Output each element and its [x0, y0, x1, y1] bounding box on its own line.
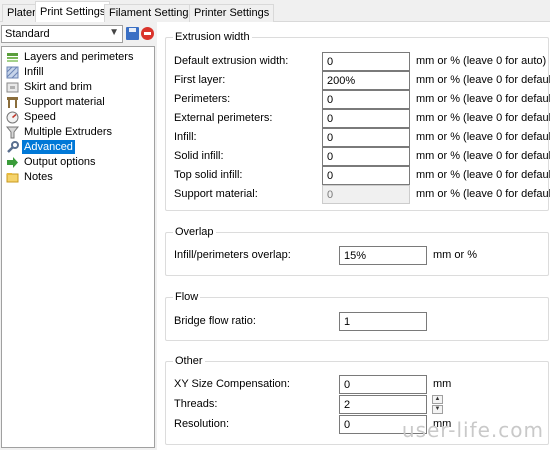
group-title: Flow — [173, 291, 201, 303]
field-label: External perimeters: — [174, 112, 273, 124]
unit-label: mm or % (leave 0 for default) — [416, 93, 550, 105]
default-extrusion-width-input[interactable] — [322, 52, 410, 71]
field-label: Default extrusion width: — [174, 55, 289, 67]
tree-item-label: Notes — [24, 171, 53, 183]
group-flow: Flow Bridge flow ratio: — [165, 291, 550, 341]
notes-icon — [6, 171, 19, 184]
preset-select-value: Standard — [5, 28, 50, 40]
field-label: Top solid infill: — [174, 169, 243, 181]
field-label: Resolution: — [174, 418, 230, 430]
unit-label: mm or % (leave 0 for default) — [416, 169, 550, 181]
tree-item-label: Skirt and brim — [24, 81, 92, 93]
tree-item-label: Multiple Extruders — [24, 126, 113, 138]
field-label: Infill: — [174, 131, 197, 143]
row-external-perimeters: External perimeters: mm or % (leave 0 fo… — [166, 109, 550, 128]
unit-label: mm or % (leave 0 for default) — [416, 112, 550, 124]
preset-select[interactable]: Standard ▼ — [1, 25, 123, 43]
speed-icon — [6, 111, 19, 124]
group-title: Extrusion width — [173, 31, 252, 43]
tree-item-output-options[interactable]: Output options — [6, 155, 98, 169]
threads-spinner[interactable]: ▲ ▼ — [432, 395, 443, 414]
external-perimeters-input[interactable] — [322, 109, 410, 128]
field-label: First layer: — [174, 74, 226, 86]
row-default-extrusion-width: Default extrusion width: mm or % (leave … — [166, 52, 550, 71]
funnel-icon — [5, 126, 20, 139]
xy-size-compensation-input[interactable] — [339, 375, 427, 394]
tree-item-label: Layers and perimeters — [24, 51, 134, 63]
infill-icon — [6, 66, 19, 79]
field-label: Solid infill: — [174, 150, 224, 162]
tree-item-layers-and-perimeters[interactable]: Layers and perimeters — [6, 50, 135, 64]
field-label: Support material: — [174, 188, 258, 200]
row-first-layer: First layer: mm or % (leave 0 for defaul… — [166, 71, 550, 90]
row-solid-infill: Solid infill: mm or % (leave 0 for defau… — [166, 147, 550, 166]
tree-item-label: Output options — [24, 156, 96, 168]
tree-item-support-material[interactable]: Support material — [6, 95, 107, 109]
threads-spinner-input[interactable] — [339, 395, 427, 414]
bridge-flow-ratio-input[interactable] — [339, 312, 427, 331]
left-panel: Standard ▼ Layers and perimeters Infill … — [0, 22, 156, 450]
settings-tree: Layers and perimeters Infill Skirt and b… — [1, 46, 155, 448]
tree-item-advanced[interactable]: Advanced — [6, 140, 75, 154]
tree-item-infill[interactable]: Infill — [6, 65, 46, 79]
field-label: Infill/perimeters overlap: — [174, 249, 291, 261]
group-title: Other — [173, 355, 205, 367]
perimeters-input[interactable] — [322, 90, 410, 109]
wrench-icon — [6, 140, 19, 154]
unit-label: mm or % (leave 0 for default) — [416, 150, 550, 162]
row-xy-size-compensation: XY Size Compensation: mm — [166, 375, 550, 394]
spin-down-icon[interactable]: ▼ — [432, 405, 443, 414]
save-icon[interactable] — [126, 27, 139, 40]
row-bridge-flow-ratio: Bridge flow ratio: — [166, 312, 550, 331]
row-top-solid-infill: Top solid infill: mm or % (leave 0 for d… — [166, 166, 550, 185]
row-threads: Threads: ▲ ▼ — [166, 395, 550, 414]
tab-printer-settings[interactable]: Printer Settings — [189, 4, 275, 22]
tab-filament-settings[interactable]: Filament Settings — [104, 4, 199, 22]
row-infill: Infill: mm or % (leave 0 for default) — [166, 128, 550, 147]
delete-icon[interactable] — [141, 27, 154, 40]
output-icon — [6, 156, 19, 169]
tree-item-speed[interactable]: Speed — [6, 110, 58, 124]
tree-item-label: Advanced — [22, 140, 75, 154]
row-infill-perimeters-overlap: Infill/perimeters overlap: mm or % — [166, 246, 550, 265]
unit-label: mm — [433, 378, 452, 390]
infill-perimeters-overlap-input[interactable] — [339, 246, 427, 265]
unit-label: mm or % (leave 0 for auto) — [416, 55, 547, 67]
tree-item-notes[interactable]: Notes — [6, 170, 55, 184]
group-extrusion-width: Extrusion width Default extrusion width:… — [165, 31, 550, 211]
first-layer-input[interactable] — [322, 71, 410, 90]
tree-item-multiple-extruders[interactable]: Multiple Extruders — [5, 125, 114, 139]
field-label: Bridge flow ratio: — [174, 315, 256, 327]
top-solid-infill-input[interactable] — [322, 166, 410, 185]
watermark: user-life.com — [401, 418, 544, 442]
group-overlap: Overlap Infill/perimeters overlap: mm or… — [165, 226, 550, 276]
row-perimeters: Perimeters: mm or % (leave 0 for default… — [166, 90, 550, 109]
tree-item-skirt-and-brim[interactable]: Skirt and brim — [6, 80, 94, 94]
unit-label: mm or % (leave 0 for default) — [416, 131, 550, 143]
solid-infill-input[interactable] — [322, 147, 410, 166]
group-title: Overlap — [173, 226, 216, 238]
skirt-icon — [6, 81, 19, 94]
tree-item-label: Support material — [24, 96, 105, 108]
tab-print-settings[interactable]: Print Settings — [35, 1, 111, 23]
tree-item-label: Speed — [24, 111, 56, 123]
tab-bar: Plater Print Settings Filament Settings … — [0, 0, 550, 23]
tree-item-label: Infill — [24, 66, 44, 78]
row-support-material: Support material: mm or % (leave 0 for d… — [166, 185, 550, 204]
settings-panel: Extrusion width Default extrusion width:… — [157, 22, 550, 450]
field-label: Threads: — [174, 398, 218, 410]
support-icon — [6, 96, 19, 109]
spin-up-icon[interactable]: ▲ — [432, 395, 443, 404]
infill-input[interactable] — [322, 128, 410, 147]
unit-label: mm or % (leave 0 for default) — [416, 188, 550, 200]
field-label: XY Size Compensation: — [174, 378, 290, 390]
chevron-down-icon: ▼ — [109, 27, 119, 38]
layers-icon — [6, 51, 19, 64]
unit-label: mm or % (leave 0 for default) — [416, 74, 550, 86]
field-label: Perimeters: — [174, 93, 231, 105]
support-material-input — [322, 185, 410, 204]
unit-label: mm or % — [433, 249, 477, 261]
